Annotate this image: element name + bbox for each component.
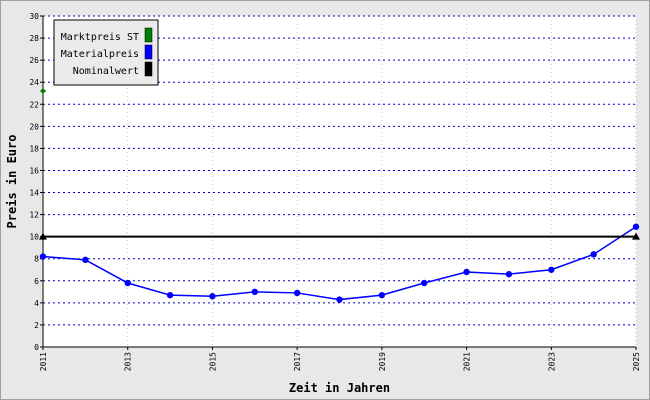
x-axis-title: Zeit in Jahren <box>289 381 390 395</box>
data-point-materialpreis <box>336 296 343 303</box>
x-tick-label: 2017 <box>293 352 302 371</box>
data-point-materialpreis <box>166 291 174 299</box>
x-tick-label: 2013 <box>124 352 133 371</box>
data-point-materialpreis <box>632 223 640 230</box>
y-tick-label: 30 <box>29 12 39 21</box>
y-tick-label: 26 <box>29 56 39 65</box>
x-tick-label: 2023 <box>547 352 556 371</box>
y-tick-label: 12 <box>29 211 39 220</box>
data-point-materialpreis <box>209 293 216 300</box>
legend-swatch-materialpreis <box>144 44 153 60</box>
y-tick-label: 14 <box>29 189 39 198</box>
data-point-materialpreis <box>82 256 89 264</box>
y-tick-label: 22 <box>29 100 39 109</box>
x-tick-label: 2025 <box>632 352 641 371</box>
data-point-materialpreis <box>39 253 47 260</box>
x-tick-label: 2015 <box>208 352 217 371</box>
x-tick-label: 2011 <box>39 352 48 371</box>
y-tick-label: 18 <box>29 144 39 153</box>
data-point-materialpreis <box>378 291 386 299</box>
legend: Marktpreis ST Materialpreis Nominalwert <box>53 19 159 86</box>
data-point-materialpreis <box>463 268 470 276</box>
data-point-materialpreis <box>293 289 301 297</box>
y-tick-label: 0 <box>34 343 39 352</box>
y-tick-label: 24 <box>29 78 39 87</box>
line-chart: 024681012141618202224262830 2011 2013 2015… <box>5 12 641 395</box>
legend-label-marktpreis: Marktpreis ST <box>61 32 139 43</box>
x-axis-ticks: 2011 2013 2015 2017 2019 2021 2023 2025 <box>39 347 641 371</box>
x-tick-label: 2019 <box>378 352 387 371</box>
data-point-materialpreis <box>421 279 428 287</box>
y-tick-label: 2 <box>34 321 39 330</box>
x-tick-label: 2021 <box>463 352 472 371</box>
legend-label-materialpreis: Materialpreis <box>61 49 139 60</box>
y-tick-label: 4 <box>34 299 39 308</box>
y-tick-label: 6 <box>34 277 39 286</box>
data-point-materialpreis <box>548 266 555 273</box>
y-tick-label: 20 <box>29 122 39 131</box>
data-point-materialpreis <box>590 251 597 258</box>
y-tick-label: 28 <box>29 34 39 43</box>
legend-swatch-marktpreis <box>144 27 153 43</box>
data-point-materialpreis <box>251 288 258 296</box>
data-point-materialpreis <box>124 279 131 287</box>
y-tick-label: 16 <box>29 166 39 175</box>
y-axis-title: Preis in Euro <box>5 135 19 229</box>
legend-swatch-nominalwert <box>144 61 153 77</box>
y-axis-ticks: 024681012141618202224262830 <box>29 12 43 352</box>
y-tick-label: 8 <box>34 255 39 264</box>
data-point-materialpreis <box>505 270 513 278</box>
legend-label-nominalwert: Nominalwert <box>73 66 139 77</box>
y-tick-label: 10 <box>29 233 39 242</box>
